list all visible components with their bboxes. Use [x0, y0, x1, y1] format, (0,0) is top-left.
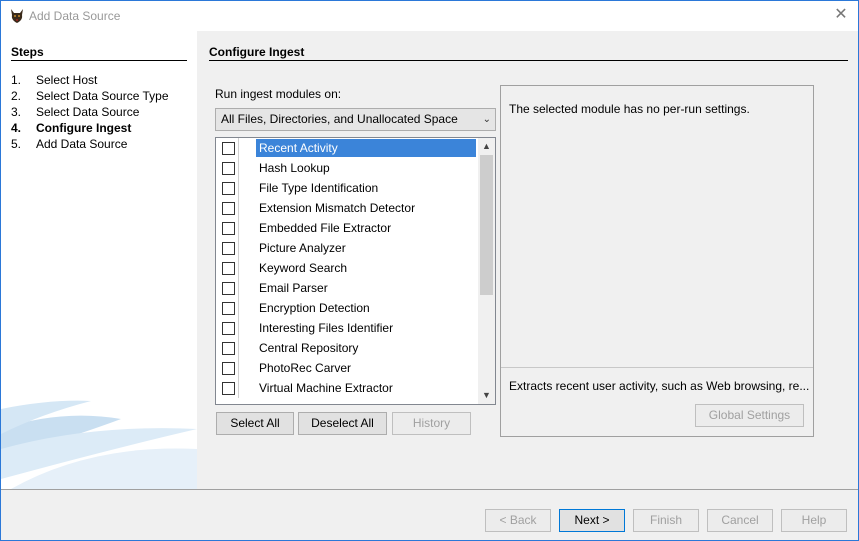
column-separator [238, 258, 239, 278]
module-description: Extracts recent user activity, such as W… [509, 379, 809, 393]
scroll-thumb[interactable] [480, 155, 493, 295]
step-item: 1. Select Host [11, 73, 98, 87]
module-settings-panel: The selected module has no per-run setti… [500, 85, 814, 437]
module-name: Picture Analyzer [259, 241, 346, 255]
module-row[interactable]: Encryption Detection [216, 298, 478, 318]
column-separator [238, 238, 239, 258]
module-name: Interesting Files Identifier [259, 321, 394, 335]
column-separator [238, 378, 239, 398]
title-bar: Add Data Source ✕ [1, 1, 858, 31]
module-name: Virtual Machine Extractor [259, 381, 393, 395]
module-checkbox[interactable] [222, 382, 235, 395]
module-row[interactable]: Recent Activity [216, 138, 478, 158]
column-separator [238, 158, 239, 178]
back-button[interactable]: < Back [485, 509, 551, 532]
settings-divider [501, 367, 813, 368]
module-row[interactable]: Central Repository [216, 338, 478, 358]
next-button[interactable]: Next > [559, 509, 625, 532]
module-name: Hash Lookup [259, 161, 330, 175]
module-row[interactable]: Interesting Files Identifier [216, 318, 478, 338]
module-checkbox[interactable] [222, 302, 235, 315]
module-name: Email Parser [259, 281, 328, 295]
column-separator [238, 298, 239, 318]
chevron-down-icon: ⌄ [482, 114, 491, 125]
steps-panel: Steps 1. Select Host 2. Select Data Source… [1, 31, 197, 489]
run-ingest-label: Run ingest modules on: [215, 87, 342, 101]
steps-title: Steps [11, 45, 187, 61]
module-name: Encryption Detection [259, 301, 370, 315]
module-checkbox[interactable] [222, 162, 235, 175]
step-item: 3. Select Data Source [11, 105, 140, 119]
column-separator [238, 338, 239, 358]
module-name: Extension Mismatch Detector [259, 201, 416, 215]
window-title: Add Data Source [29, 9, 121, 23]
column-separator [238, 358, 239, 378]
step-item: 2. Select Data Source Type [11, 89, 169, 103]
module-checkbox[interactable] [222, 182, 235, 195]
module-name: PhotoRec Carver [259, 361, 352, 375]
close-icon[interactable]: ✕ [830, 5, 852, 27]
module-row[interactable]: Extension Mismatch Detector [216, 198, 478, 218]
module-row[interactable]: Picture Analyzer [216, 238, 478, 258]
select-all-button[interactable]: Select All [216, 412, 294, 435]
module-row[interactable]: PhotoRec Carver [216, 358, 478, 378]
module-checkbox[interactable] [222, 202, 235, 215]
module-name: Embedded File Extractor [259, 221, 392, 235]
step-item: 5. Add Data Source [11, 137, 128, 151]
scroll-down-icon[interactable]: ▼ [478, 387, 495, 404]
ingest-module-list[interactable]: ▲ ▼ Recent Activity Hash Lookup File Type … [215, 137, 496, 405]
module-name: Keyword Search [259, 261, 348, 275]
step-item-current: 4. Configure Ingest [11, 121, 132, 135]
module-checkbox[interactable] [222, 262, 235, 275]
deselect-all-button[interactable]: Deselect All [298, 412, 387, 435]
wizard-footer: < Back Next > Finish Cancel Help [1, 489, 858, 540]
module-checkbox[interactable] [222, 322, 235, 335]
help-button[interactable]: Help [781, 509, 847, 532]
content-title: Configure Ingest [209, 45, 848, 61]
module-name: File Type Identification [259, 181, 379, 195]
global-settings-button[interactable]: Global Settings [695, 404, 804, 427]
configure-ingest-panel: Configure Ingest Run ingest modules on: … [197, 31, 858, 489]
column-separator [238, 318, 239, 338]
column-separator [238, 218, 239, 238]
finish-button[interactable]: Finish [633, 509, 699, 532]
add-data-source-window: Add Data Source ✕ Steps 1. Select Host 2.… [0, 0, 859, 541]
module-checkbox[interactable] [222, 282, 235, 295]
module-checkbox[interactable] [222, 342, 235, 355]
sleuthkit-dog-icon [11, 9, 23, 23]
module-row[interactable]: Embedded File Extractor [216, 218, 478, 238]
steps-list: 1. Select Host 2. Select Data Source Type … [11, 72, 169, 152]
run-ingest-select[interactable]: All Files, Directories, and Unallocated … [215, 108, 496, 131]
module-row[interactable]: Virtual Machine Extractor [216, 378, 478, 398]
module-row[interactable]: File Type Identification [216, 178, 478, 198]
module-checkbox[interactable] [222, 242, 235, 255]
module-name: Central Repository [259, 341, 359, 355]
module-checkbox[interactable] [222, 362, 235, 375]
module-row[interactable]: Keyword Search [216, 258, 478, 278]
history-button[interactable]: History [392, 412, 471, 435]
column-separator [238, 138, 239, 158]
module-row[interactable]: Hash Lookup [216, 158, 478, 178]
column-separator [238, 178, 239, 198]
column-separator [238, 198, 239, 218]
module-checkbox[interactable] [222, 142, 235, 155]
module-list-scrollbar[interactable]: ▲ ▼ [478, 138, 495, 404]
module-name: Recent Activity [259, 141, 338, 155]
column-separator [238, 278, 239, 298]
decorative-swoosh [1, 400, 197, 489]
per-run-settings-text: The selected module has no per-run setti… [509, 102, 750, 116]
cancel-button[interactable]: Cancel [707, 509, 773, 532]
module-checkbox[interactable] [222, 222, 235, 235]
module-row[interactable]: Email Parser [216, 278, 478, 298]
scroll-up-icon[interactable]: ▲ [478, 138, 495, 155]
